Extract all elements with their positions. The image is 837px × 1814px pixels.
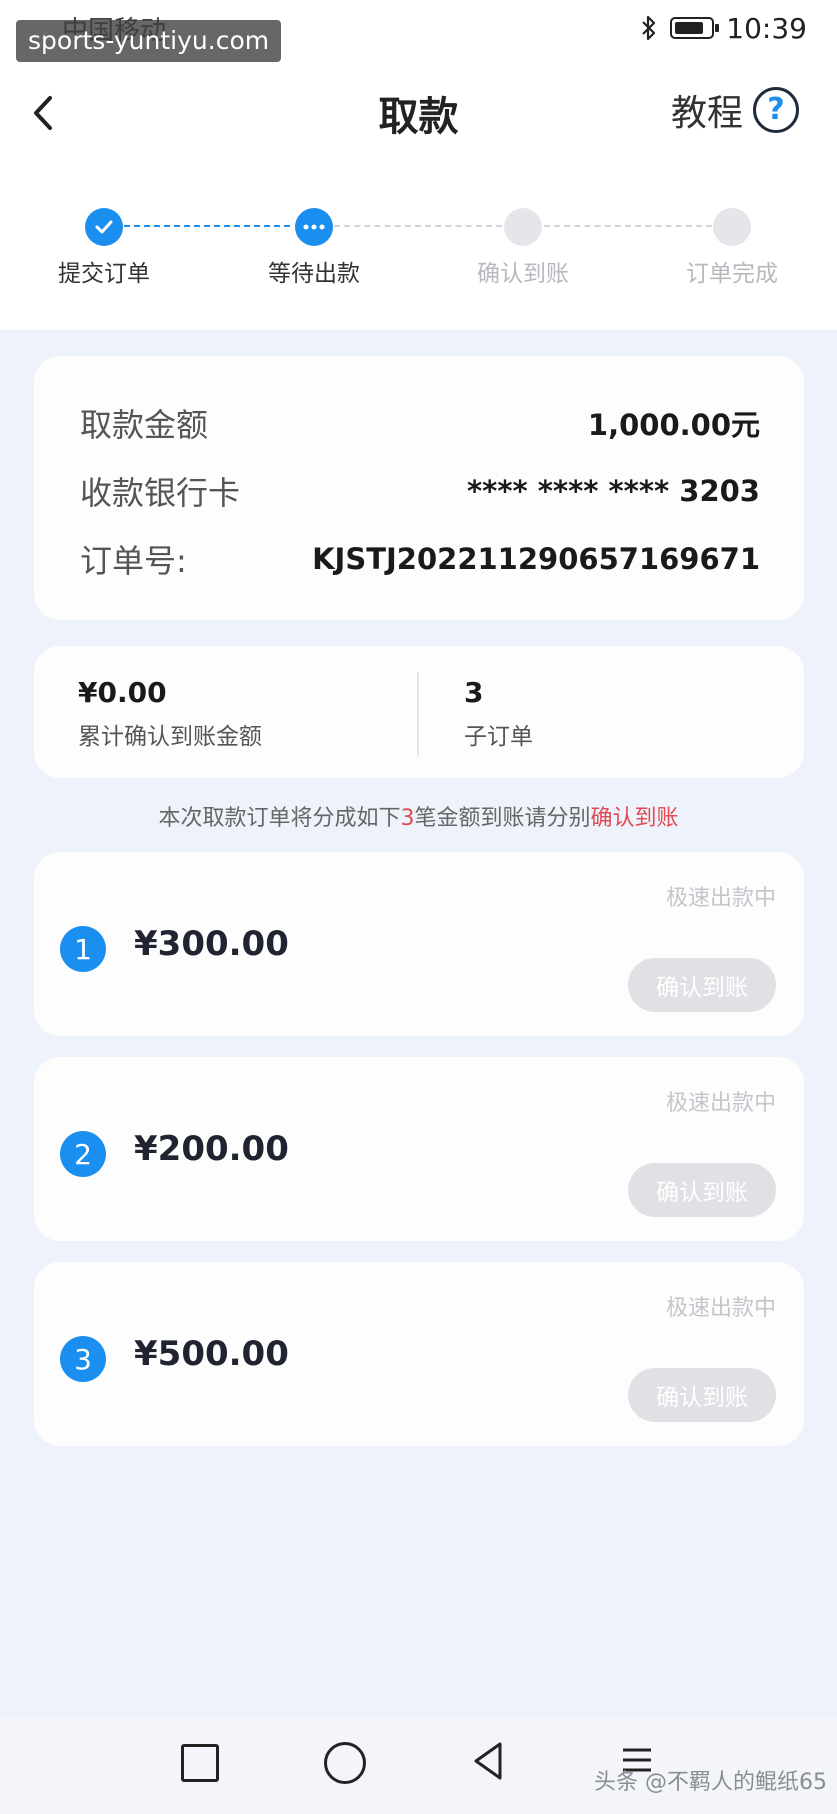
summary-card: ¥0.00 累计确认到账金额 3 子订单 (34, 646, 804, 778)
home-icon[interactable] (324, 1742, 366, 1784)
step-confirm-receipt: 确认到账 (443, 200, 603, 288)
amount-label: 取款金额 (80, 406, 209, 444)
bank-card-row: 收款银行卡 **** **** **** 3203 (80, 468, 760, 514)
step-label: 提交订单 (58, 261, 150, 287)
amount-row: 取款金额 1,000.00元 (80, 400, 760, 446)
check-icon (85, 208, 123, 246)
ellipsis-icon (295, 208, 333, 246)
notice-count: 3 (400, 806, 415, 831)
tutorial-label: 教程 (670, 93, 743, 134)
clock-time: 10:39 (726, 11, 807, 45)
confirm-receipt-button[interactable]: 确认到账 (628, 1163, 776, 1217)
payment-amount: ¥300.00 (134, 924, 289, 964)
notice-highlight: 确认到账 (590, 806, 679, 831)
header: 取款 教程 ? (0, 70, 837, 156)
step-order-complete: 订单完成 (652, 200, 812, 288)
payment-index-badge: 3 (60, 1336, 106, 1382)
step-label: 确认到账 (477, 261, 569, 287)
step-waiting-payout: 等待出款 (234, 200, 394, 288)
battery-icon (670, 17, 720, 39)
order-info-card: 取款金额 1,000.00元 收款银行卡 **** **** **** 3203… (34, 356, 804, 620)
notice-prefix: 本次取款订单将分成如下 (158, 806, 401, 831)
suborder-block: 3 子订单 (464, 676, 533, 751)
step-submit-order: 提交订单 (24, 200, 184, 288)
pending-dot-icon (504, 208, 542, 246)
split-notice: 本次取款订单将分成如下3笔金额到账请分别确认到账 (0, 800, 837, 832)
bank-card-label: 收款银行卡 (80, 474, 241, 512)
payment-index-badge: 2 (60, 1131, 106, 1177)
payment-index-badge: 1 (60, 926, 106, 972)
order-number-row: 订单号: KJSTJ20221129065716967​1 (80, 536, 760, 582)
confirm-receipt-button[interactable]: 确认到账 (628, 1368, 776, 1422)
bluetooth-icon (642, 15, 656, 41)
step-label: 订单完成 (686, 261, 778, 287)
payment-card-2: 2 ¥200.00 极速出款中 确认到账 (34, 1057, 804, 1241)
confirmed-amount-label: 累计确认到账金额 (78, 724, 262, 750)
pending-dot-icon (713, 208, 751, 246)
order-number-value: KJSTJ20221129065716967​1 (312, 542, 760, 576)
watermark-top: sports-yuntiyu.com (16, 20, 282, 62)
help-icon: ? (753, 87, 799, 133)
payment-status: 极速出款中 (665, 886, 776, 911)
confirmed-amount-block: ¥0.00 累计确认到账金额 (78, 676, 262, 751)
payment-card-3: 3 ¥500.00 极速出款中 确认到账 (34, 1262, 804, 1446)
amount-value: 1,000.00元 (587, 408, 760, 442)
status-bar: 中国移动 sports-yuntiyu.com 10:39 (0, 0, 837, 62)
status-icons: 10:39 (640, 8, 807, 48)
payment-status: 极速出款中 (665, 1091, 776, 1116)
tutorial-link[interactable]: 教程 ? (671, 84, 799, 136)
progress-steps: 提交订单 等待出款 确认到账 订单完成 (0, 200, 837, 290)
confirmed-amount-value: ¥0.00 (78, 676, 167, 709)
notice-middle: 笔金额到账请分别 (414, 806, 591, 831)
divider (417, 672, 419, 756)
bank-card-value: **** **** **** 3203 (467, 474, 760, 508)
suborder-count: 3 (464, 676, 484, 709)
nav-back-icon[interactable] (470, 1740, 506, 1782)
order-number-label: 订单号: (80, 542, 187, 580)
system-nav-bar: 头条 @不羁人的鲲纸65 (0, 1718, 837, 1814)
step-label: 等待出款 (268, 261, 360, 287)
payment-amount: ¥200.00 (134, 1129, 289, 1169)
suborder-label: 子订单 (464, 724, 533, 750)
payment-card-1: 1 ¥300.00 极速出款中 确认到账 (34, 852, 804, 1036)
payment-amount: ¥500.00 (134, 1334, 289, 1374)
recent-apps-icon[interactable] (181, 1744, 219, 1782)
watermark-bottom: 头条 @不羁人的鲲纸65 (594, 1770, 827, 1795)
confirm-receipt-button[interactable]: 确认到账 (628, 958, 776, 1012)
payment-status: 极速出款中 (665, 1296, 776, 1321)
